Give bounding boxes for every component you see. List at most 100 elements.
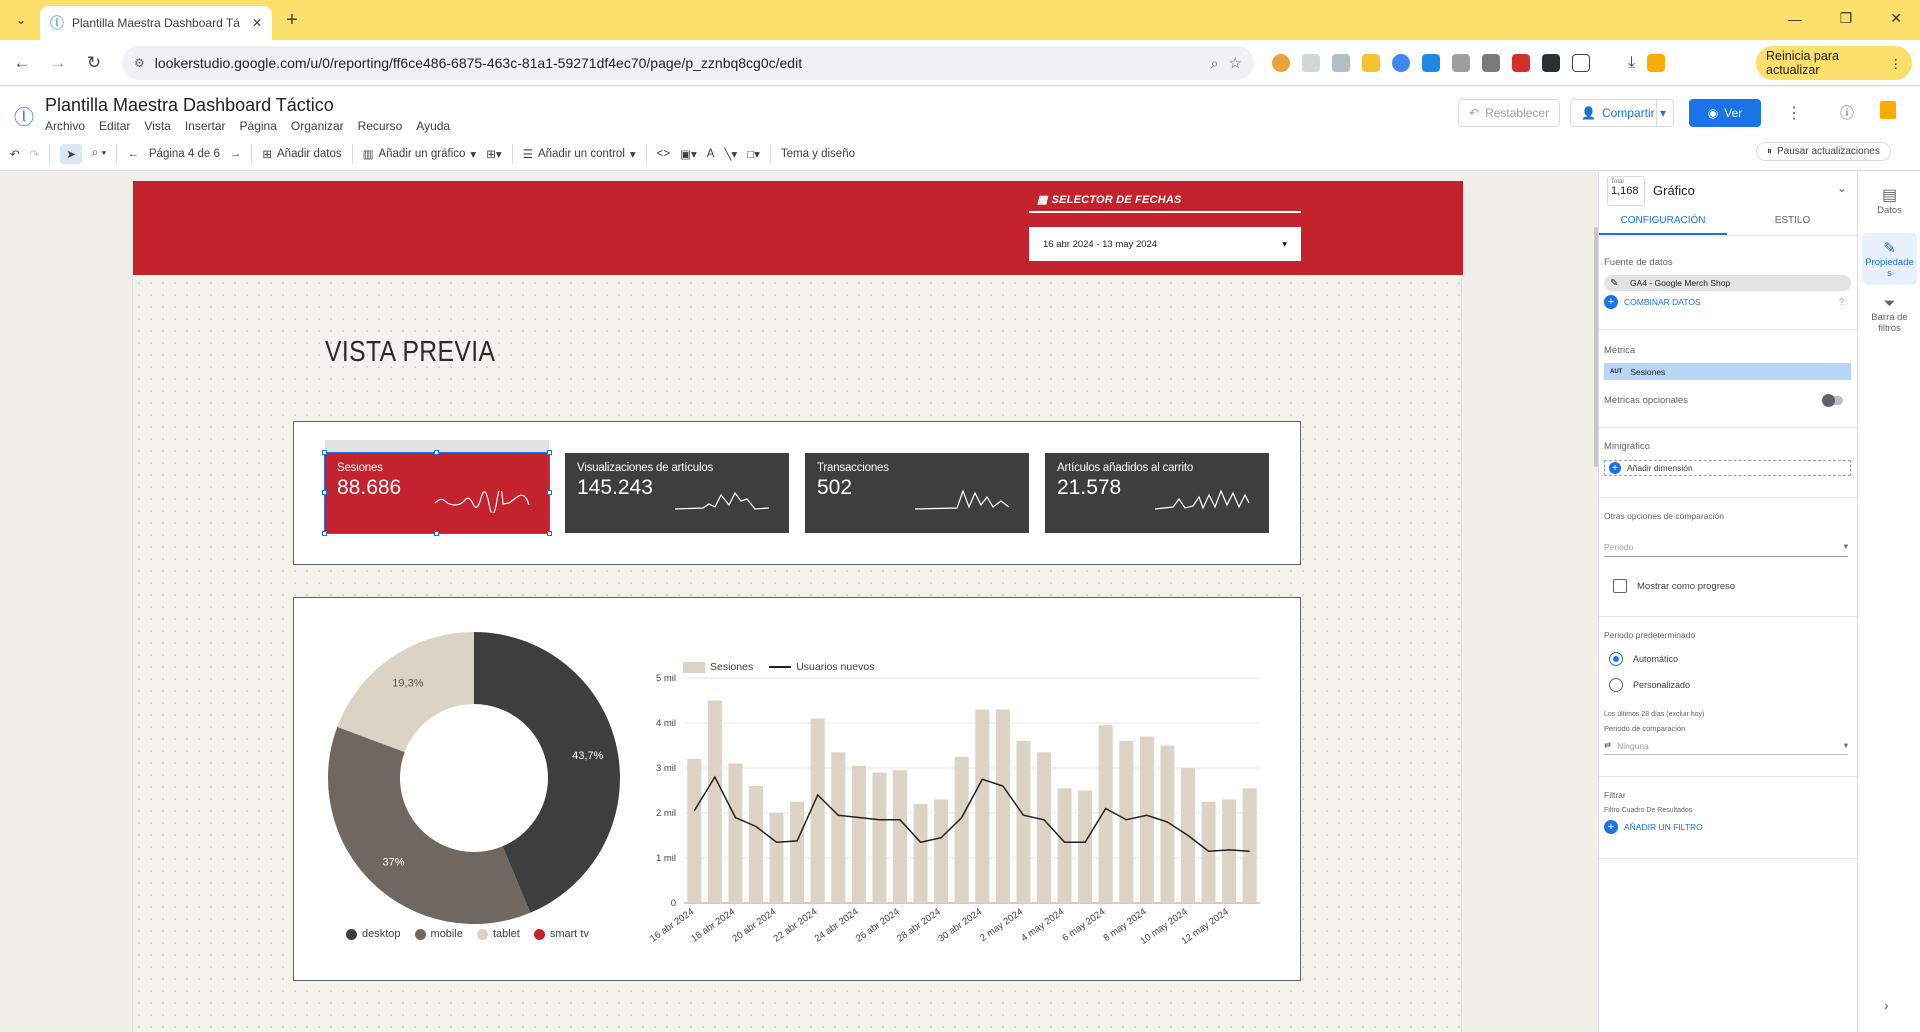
optional-metrics-toggle[interactable]: [1822, 394, 1843, 407]
tab-list-button[interactable]: ⌄: [6, 5, 36, 35]
resize-handle[interactable]: [322, 490, 327, 495]
radio-personalizado[interactable]: Personalizado: [1609, 678, 1690, 692]
resize-handle[interactable]: [547, 531, 552, 536]
help-icon[interactable]: ?: [1839, 297, 1844, 307]
add-data-button[interactable]: ⊞ Añadir datos: [262, 147, 341, 161]
metric-chip-sesiones[interactable]: AUT Sesiones: [1604, 363, 1851, 380]
resize-handle[interactable]: [434, 450, 439, 455]
chart-type-label[interactable]: Gráfico: [1653, 183, 1695, 198]
line-icon[interactable]: ╲▾: [724, 147, 737, 161]
extension-icon[interactable]: [1362, 54, 1380, 72]
extension-tag-icon[interactable]: [1422, 54, 1440, 72]
add-filter-button[interactable]: + AÑADIR UN FILTRO: [1604, 820, 1703, 834]
scorecard-sesiones[interactable]: Sesiones 88.686: [322, 450, 552, 536]
chart-type-thumbnail[interactable]: Total 1,168: [1607, 176, 1645, 206]
site-info-icon[interactable]: ⚙: [134, 56, 145, 70]
download-icon[interactable]: ⤓: [1628, 54, 1635, 72]
menu-organizar[interactable]: Organizar: [291, 119, 344, 133]
close-tab-icon[interactable]: ✕: [252, 16, 262, 30]
extension-icon[interactable]: [1512, 54, 1530, 72]
rail-data-button[interactable]: ▤ Datos: [1858, 185, 1920, 216]
embed-code-icon[interactable]: <>: [657, 148, 670, 160]
help-icon[interactable]: ⓘ: [1840, 103, 1854, 123]
extensions-puzzle-icon[interactable]: [1572, 54, 1590, 72]
restore-icon[interactable]: ❐: [1840, 10, 1853, 27]
resize-handle[interactable]: [547, 490, 552, 495]
scorecard-visualizaciones[interactable]: Visualizaciones de artículos 145.243: [565, 453, 789, 533]
edit-pencil-icon[interactable]: ✎: [1610, 278, 1618, 289]
add-control-button[interactable]: ☰ Añadir un control ▾: [523, 147, 636, 161]
add-chart-button[interactable]: ▥ Añadir un gráfico ▾: [363, 147, 477, 161]
select-pointer-icon[interactable]: ➤: [60, 143, 82, 164]
resize-handle[interactable]: [322, 450, 327, 455]
rail-filter-bar-button[interactable]: ⏷ Barra de filtros: [1858, 295, 1920, 334]
extension-shield-icon[interactable]: [1542, 54, 1560, 72]
scorecard-transacciones[interactable]: Transacciones 502: [805, 453, 1029, 533]
datasource-chip[interactable]: ✎ GA4 - Google Merch Shop: [1604, 275, 1851, 291]
report-title[interactable]: Plantilla Maestra Dashboard Táctico: [45, 95, 334, 116]
view-button[interactable]: ◉ Ver: [1689, 99, 1761, 127]
menu-recurso[interactable]: Recurso: [358, 119, 403, 133]
extension-icon[interactable]: [1302, 54, 1320, 72]
reset-button[interactable]: ↶ Restablecer: [1458, 99, 1561, 127]
text-box-icon[interactable]: A: [707, 148, 715, 160]
collapse-panel-chevron-icon[interactable]: ›: [1884, 997, 1889, 1013]
tab-estilo[interactable]: ESTILO: [1727, 209, 1858, 235]
pause-updates-button[interactable]: ⏸ Pausar actualizaciones: [1756, 142, 1891, 161]
theme-layout-button[interactable]: Tema y diseño: [781, 148, 855, 160]
menu-ayuda[interactable]: Ayuda: [416, 119, 450, 133]
back-button[interactable]: ←: [7, 48, 37, 78]
reload-button[interactable]: ↻: [79, 48, 109, 78]
extension-cookie-icon[interactable]: [1272, 54, 1290, 72]
new-tab-button[interactable]: +: [277, 5, 307, 35]
extension-icon[interactable]: [1332, 54, 1350, 72]
menu-insertar[interactable]: Insertar: [185, 119, 226, 133]
undo-icon[interactable]: ↶: [10, 147, 20, 161]
extension-icon[interactable]: [1482, 54, 1500, 72]
minimize-icon[interactable]: —: [1788, 11, 1802, 27]
close-window-icon[interactable]: ✕: [1890, 10, 1902, 27]
forward-button[interactable]: →: [43, 48, 73, 78]
chart-type-chevron-icon[interactable]: ⌄: [1837, 181, 1847, 195]
menu-archivo[interactable]: Archivo: [45, 119, 85, 133]
resize-handle[interactable]: [322, 531, 327, 536]
share-button[interactable]: 👤 Compartir: [1570, 99, 1666, 127]
scorecard-carrito[interactable]: Artículos añadidos al carrito 21.578: [1045, 453, 1269, 533]
restart-update-button[interactable]: Reinicia para actualizar ⋮: [1756, 46, 1912, 80]
url-text[interactable]: lookerstudio.google.com/u/0/reporting/ff…: [155, 55, 1201, 71]
tab-configuracion[interactable]: CONFIGURACIÓN: [1599, 209, 1727, 235]
bookmark-star-icon[interactable]: ☆: [1229, 54, 1242, 72]
looker-studio-logo-icon[interactable]: ⓛ: [14, 101, 34, 130]
next-page-icon[interactable]: →: [230, 148, 242, 160]
page-indicator[interactable]: Página 4 de 6: [149, 148, 220, 160]
menu-pagina[interactable]: Página: [240, 119, 277, 133]
share-dropdown-button[interactable]: ▾: [1656, 99, 1674, 127]
zoom-icon[interactable]: ⌕: [1211, 55, 1219, 72]
menu-vista[interactable]: Vista: [144, 119, 170, 133]
omnibox[interactable]: ⚙ lookerstudio.google.com/u/0/reporting/…: [122, 46, 1254, 80]
shape-icon[interactable]: □▾: [747, 147, 760, 161]
period-dropdown[interactable]: Periodo ▾: [1604, 537, 1848, 557]
camera-icon[interactable]: [1452, 54, 1470, 72]
menu-editar[interactable]: Editar: [99, 119, 130, 133]
more-options-icon[interactable]: ⋮: [1786, 103, 1802, 123]
radio-automatico[interactable]: Automático: [1609, 652, 1678, 666]
comparison-period-dropdown[interactable]: ⇄ Ninguna ▾: [1604, 737, 1848, 755]
browser-tab[interactable]: ⓛ Plantilla Maestra Dashboard Tá ✕: [40, 6, 272, 40]
resize-handle[interactable]: [547, 450, 552, 455]
extension-icon[interactable]: [1392, 54, 1410, 72]
community-viz-button[interactable]: ⊞▾: [486, 147, 501, 161]
add-dimension-button[interactable]: + Añadir dimensión: [1604, 460, 1851, 476]
sessions-combo-chart[interactable]: 0 1 mil 2 mil 3 mil 4 mil 5 mil 16 abr 202418 …: [644, 650, 1284, 950]
blend-data-button[interactable]: + COMBINAR DATOS: [1604, 295, 1701, 309]
analytics-logo-icon[interactable]: [1880, 101, 1896, 119]
date-range-control[interactable]: 16 abr 2024 - 13 may 2024 ▾: [1029, 227, 1301, 261]
zoom-control[interactable]: ⌕ ▾: [92, 147, 106, 160]
rail-properties-button[interactable]: ✎ Propiedades: [1862, 233, 1917, 285]
device-donut-chart[interactable]: 43,7% 37% 19,3%: [324, 628, 624, 928]
show-progress-checkbox[interactable]: Mostrar como progreso: [1613, 579, 1735, 593]
redo-icon[interactable]: ↷: [30, 147, 40, 161]
resize-handle[interactable]: [434, 531, 439, 536]
previous-page-icon[interactable]: ←: [127, 148, 139, 160]
image-icon[interactable]: ▣▾: [680, 147, 697, 161]
